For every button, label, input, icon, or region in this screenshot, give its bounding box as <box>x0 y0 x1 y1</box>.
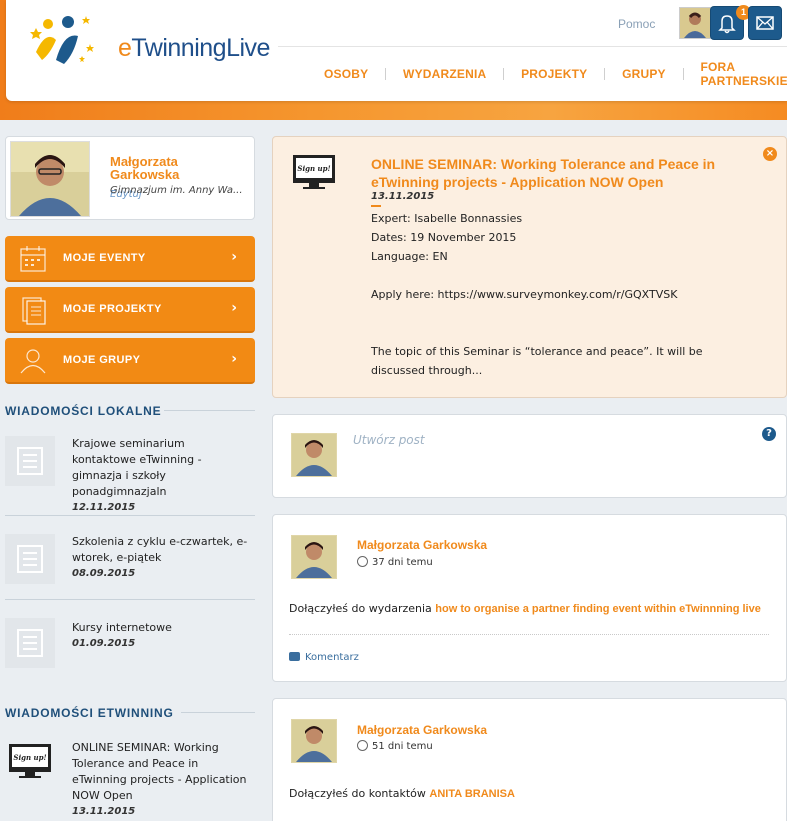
seminar-expert: Expert: Isabelle Bonnassies <box>371 212 523 225</box>
seminar-language: Language: EN <box>371 250 448 263</box>
user-avatar[interactable] <box>291 719 337 763</box>
my-events-button[interactable]: MOJE EVENTY › <box>5 236 255 282</box>
newspaper-icon <box>5 436 55 486</box>
logo-figures-icon <box>30 16 94 64</box>
svg-text:Sign up!: Sign up! <box>13 753 46 762</box>
nav-separator <box>682 68 684 80</box>
news-date: 12.11.2015 <box>72 502 136 513</box>
logo-wordmark: eTwinningLive <box>118 34 270 62</box>
sign-up-monitor-icon: Sign up! <box>5 742 55 780</box>
local-news-title: WIADOMOŚCI LOKALNE <box>5 404 162 418</box>
documents-icon <box>22 297 46 325</box>
news-date: 01.09.2015 <box>72 638 136 649</box>
chevron-right-icon: › <box>231 300 237 316</box>
sign-up-monitor-icon: Sign up! <box>289 153 339 191</box>
feed-author[interactable]: Małgorzata Garkowska <box>357 723 487 737</box>
clock-icon <box>357 740 368 751</box>
seminar-body: Expert: Isabelle Bonnassies Dates: 19 No… <box>371 209 751 380</box>
create-post-input[interactable]: Utwórz post <box>353 433 425 447</box>
nav-item-grupy[interactable]: GRUPY <box>622 67 666 81</box>
header-avatar[interactable] <box>679 7 711 39</box>
news-title[interactable]: ONLINE SEMINAR: Working Tolerance and Pe… <box>72 740 252 804</box>
activity-feed-item: Małgorzata Garkowska 51 dni temu Dołączy… <box>272 698 787 821</box>
my-projects-button[interactable]: MOJE PROJEKTY › <box>5 287 255 333</box>
feed-text: Dołączyłeś do wydarzenia how to organise… <box>289 602 761 615</box>
seminar-date: 13.11.2015 <box>371 191 435 202</box>
news-date: 08.09.2015 <box>72 568 136 579</box>
clock-icon <box>357 556 368 567</box>
calendar-icon <box>20 246 46 272</box>
news-divider <box>5 515 255 516</box>
news-title[interactable]: Szkolenia z cyklu e-czwartek, e-wtorek, … <box>72 534 252 566</box>
profile-school: Gimnazjum im. Anny Wa... <box>110 185 243 196</box>
date-underline <box>371 205 381 207</box>
seminar-topic: The topic of this Seminar is “tolerance … <box>371 345 703 377</box>
comment-icon <box>289 652 300 661</box>
profile-card: Małgorzata Garkowska Edytuj Gimnazjum im… <box>5 136 255 220</box>
nav-separator <box>604 68 606 80</box>
people-icon <box>20 349 46 374</box>
top-header: eTwinningLive Pomoc 1 OSOBY WYDARZENIA P… <box>6 0 787 101</box>
comment-button[interactable]: Komentarz <box>289 652 359 663</box>
help-icon[interactable]: ? <box>762 427 776 441</box>
nav-separator <box>385 68 387 80</box>
main-nav: OSOBY WYDARZENIA PROJEKTY GRUPY FORA PAR… <box>324 60 787 88</box>
news-date: 13.11.2015 <box>72 806 136 817</box>
news-item[interactable]: Krajowe seminarium kontaktowe eTwinning … <box>5 436 255 513</box>
news-item-text: Kursy internetowe 01.09.2015 <box>72 620 252 652</box>
event-link[interactable]: how to organise a partner finding event … <box>435 603 761 615</box>
dotted-divider <box>289 634 769 635</box>
my-groups-label: MOJE GRUPY <box>63 354 141 366</box>
help-link[interactable]: Pomoc <box>618 17 655 31</box>
chevron-right-icon: › <box>231 249 237 265</box>
feed-timestamp: 51 dni temu <box>357 740 433 752</box>
nav-item-osoby[interactable]: OSOBY <box>324 67 368 81</box>
news-title[interactable]: Kursy internetowe <box>72 620 252 636</box>
user-avatar <box>291 433 337 477</box>
seminar-dates: Dates: 19 November 2015 <box>371 231 517 244</box>
my-projects-label: MOJE PROJEKTY <box>63 303 162 315</box>
news-item-text: Szkolenia z cyklu e-czwartek, e-wtorek, … <box>72 534 252 582</box>
contact-link[interactable]: ANITA BRANISA <box>429 788 515 800</box>
news-item[interactable]: Kursy internetowe 01.09.2015 <box>5 618 255 668</box>
news-item-text: Krajowe seminarium kontaktowe eTwinning … <box>72 436 252 516</box>
seminar-apply[interactable]: Apply here: https://www.surveymonkey.com… <box>371 285 751 304</box>
news-item-text: ONLINE SEMINAR: Working Tolerance and Pe… <box>72 740 252 820</box>
user-avatar[interactable] <box>291 535 337 579</box>
etwinning-news-title: WIADOMOŚCI ETWINNING <box>5 706 174 720</box>
activity-feed-item: Małgorzata Garkowska 37 dni temu Dołączy… <box>272 514 787 682</box>
my-groups-button[interactable]: MOJE GRUPY › <box>5 338 255 384</box>
header-divider <box>278 46 787 47</box>
seminar-announcement-card: Sign up! ONLINE SEMINAR: Working Toleran… <box>272 136 787 398</box>
my-events-label: MOJE EVENTY <box>63 252 146 264</box>
nav-item-fora-partnerskie[interactable]: FORA PARTNERSKIE <box>700 60 787 88</box>
news-item[interactable]: Sign up! ONLINE SEMINAR: Working Toleran… <box>5 740 255 817</box>
envelope-icon <box>756 16 774 30</box>
news-item[interactable]: Szkolenia z cyklu e-czwartek, e-wtorek, … <box>5 534 255 584</box>
chevron-right-icon: › <box>231 351 237 367</box>
feed-author[interactable]: Małgorzata Garkowska <box>357 538 487 552</box>
newspaper-icon <box>5 618 55 668</box>
etwinning-logo[interactable]: eTwinningLive <box>28 10 270 70</box>
seminar-title[interactable]: ONLINE SEMINAR: Working Tolerance and Pe… <box>371 155 731 191</box>
newspaper-icon <box>5 534 55 584</box>
nav-item-projekty[interactable]: PROJEKTY <box>521 67 587 81</box>
messages-button[interactable] <box>748 6 782 40</box>
nav-separator <box>503 68 505 80</box>
profile-name[interactable]: Małgorzata Garkowska <box>110 155 250 181</box>
create-post-box: Utwórz post ? <box>272 414 787 498</box>
section-divider <box>164 410 255 411</box>
section-divider <box>181 712 255 713</box>
close-icon[interactable]: × <box>763 147 777 161</box>
nav-item-wydarzenia[interactable]: WYDARZENIA <box>403 67 486 81</box>
feed-timestamp: 37 dni temu <box>357 556 433 568</box>
news-divider <box>5 599 255 600</box>
feed-text: Dołączyłeś do kontaktów ANITA BRANISA <box>289 787 515 800</box>
profile-photo[interactable] <box>10 141 90 217</box>
news-title[interactable]: Krajowe seminarium kontaktowe eTwinning … <box>72 436 252 500</box>
svg-text:Sign up!: Sign up! <box>297 164 330 173</box>
